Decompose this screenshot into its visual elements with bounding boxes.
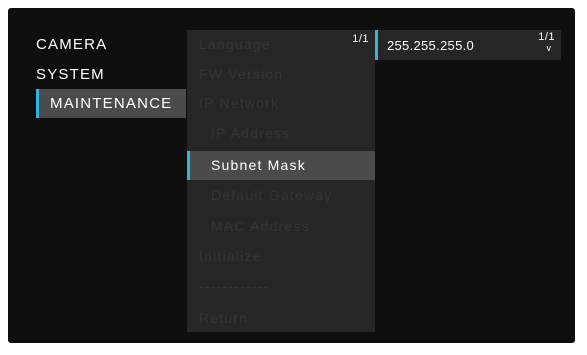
down-arrow-icon: v — [546, 43, 552, 53]
sub-menu-item-mac-address[interactable]: MAC Address — [187, 212, 375, 241]
sub-menu-item-language[interactable]: Language — [187, 30, 375, 59]
sub-menu-item-label: Subnet Mask — [211, 157, 306, 173]
subnet-mask-value[interactable]: 255.255.255.0 — [387, 38, 474, 53]
sub-menu-item-return[interactable]: Return — [187, 304, 375, 333]
selection-indicator — [375, 30, 378, 60]
selection-indicator — [187, 151, 190, 180]
sub-menu-item-default-gateway[interactable]: Default Gateway — [187, 181, 375, 210]
main-menu-item-system[interactable]: SYSTEM — [36, 60, 186, 89]
sub-menu-item-subnet-mask[interactable]: Subnet Mask — [187, 151, 375, 180]
sub-menu-separator: ------------ — [199, 278, 270, 294]
sub-menu-item-ip-network[interactable]: IP Network — [187, 89, 375, 118]
selection-indicator — [36, 89, 39, 118]
main-menu-item-maintenance[interactable]: MAINTENANCE — [36, 89, 186, 118]
main-menu-item-camera[interactable]: CAMERA — [36, 30, 186, 59]
main-menu-item-label: MAINTENANCE — [50, 95, 173, 112]
value-page-indicator: 1/1 — [538, 31, 555, 43]
sub-menu-item-initialize[interactable]: Initialize — [187, 242, 375, 271]
sub-menu-item-fw-version[interactable]: FW Version — [187, 60, 375, 89]
sub-menu-item-ip-address[interactable]: IP Address — [187, 119, 375, 148]
osd-screen: CAMERA SYSTEM MAINTENANCE 1/1 Language F… — [8, 8, 575, 343]
sub-menu-panel: 1/1 Language FW Version IP Network IP Ad… — [187, 30, 375, 332]
value-panel[interactable]: 255.255.255.0 1/1 v — [375, 30, 561, 60]
